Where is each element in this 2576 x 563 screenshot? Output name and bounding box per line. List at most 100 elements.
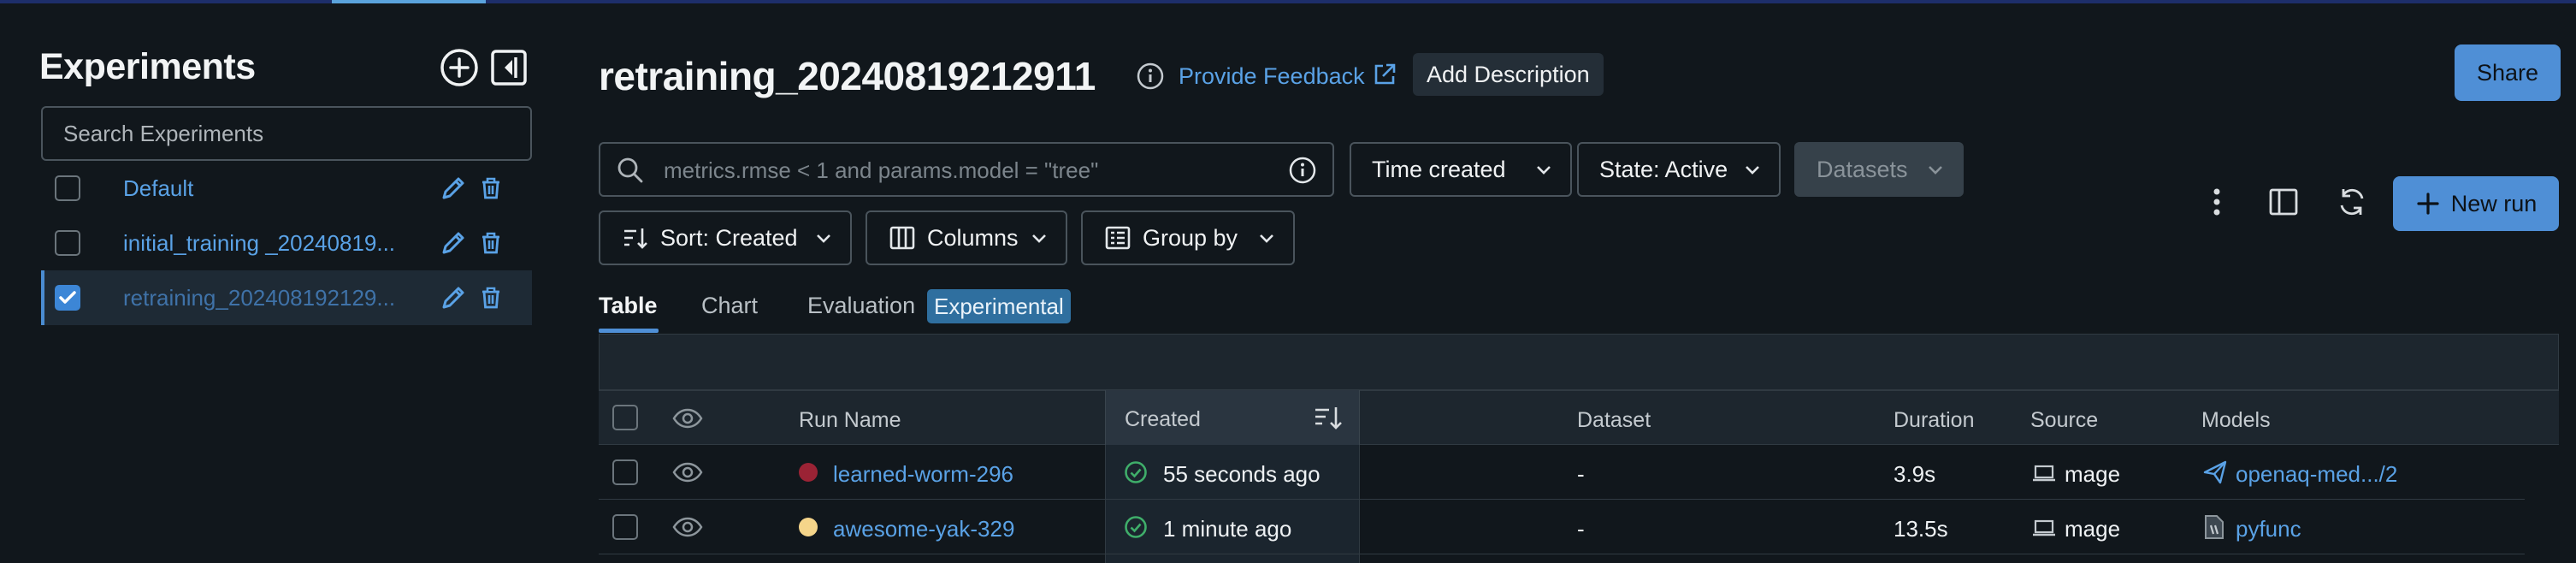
- dataset-cell: -: [1577, 516, 1585, 542]
- new-run-button[interactable]: New run: [2393, 176, 2559, 231]
- duration-cell: 13.5s: [1894, 516, 1948, 542]
- status-success-icon: [1125, 516, 1147, 538]
- column-header-created-cell[interactable]: Created: [1105, 390, 1360, 445]
- chevron-down-icon: [1746, 166, 1759, 175]
- trash-icon[interactable]: [476, 228, 506, 258]
- provide-feedback-link[interactable]: Provide Feedback: [1179, 63, 1365, 90]
- dataset-cell: -: [1577, 461, 1585, 487]
- table-header: Run Name Dataset Duration Source Models: [599, 390, 2559, 445]
- tab-chart[interactable]: Chart: [701, 293, 758, 319]
- run-search-input[interactable]: metrics.rmse < 1 and params.model = "tre…: [599, 142, 1334, 197]
- source-cell: mage: [2065, 461, 2121, 487]
- search-experiments-input[interactable]: [41, 106, 532, 161]
- add-description-button[interactable]: Add Description: [1413, 53, 1604, 96]
- column-header-duration[interactable]: Duration: [1894, 408, 1975, 433]
- run-name-link[interactable]: awesome-yak-329: [833, 516, 1014, 542]
- column-header-models[interactable]: Models: [2201, 408, 2271, 433]
- runs-table: Run Name Dataset Duration Source Models …: [599, 334, 2576, 563]
- side-panel-icon[interactable]: [2265, 183, 2302, 221]
- sort-icon: [624, 228, 647, 249]
- group-by-icon: [1105, 226, 1131, 250]
- column-header-source[interactable]: Source: [2030, 408, 2098, 433]
- registered-model-icon: [2203, 460, 2227, 484]
- info-icon[interactable]: [1136, 62, 1165, 91]
- experiment-item-initial-training[interactable]: initial_training _20240819...: [41, 216, 532, 270]
- experiment-checkbox[interactable]: [55, 230, 80, 256]
- chevron-down-icon: [1260, 234, 1273, 243]
- trash-icon[interactable]: [476, 173, 506, 204]
- state-dropdown[interactable]: State: Active: [1577, 142, 1781, 197]
- model-link[interactable]: pyfunc: [2236, 516, 2301, 542]
- eye-icon[interactable]: [672, 408, 703, 429]
- row-checkbox[interactable]: [612, 459, 638, 485]
- model-link[interactable]: openaq-med.../2: [2236, 461, 2397, 488]
- eye-icon[interactable]: [672, 517, 703, 537]
- new-run-label: New run: [2450, 190, 2538, 216]
- share-button[interactable]: Share: [2455, 44, 2561, 101]
- eye-icon[interactable]: [672, 462, 703, 483]
- time-created-label: Time created: [1372, 156, 1506, 182]
- experiment-checkbox[interactable]: [55, 175, 80, 201]
- chevron-down-icon: [817, 234, 830, 243]
- sort-dropdown[interactable]: Sort: Created: [599, 210, 852, 265]
- top-bar-active-segment: [332, 0, 486, 3]
- experiment-list: Default initial_training _20240819... re…: [41, 161, 532, 325]
- run-color-dot[interactable]: [799, 518, 818, 536]
- chevron-down-icon: [1929, 166, 1942, 175]
- run-color-dot[interactable]: [799, 463, 818, 482]
- state-label: State: Active: [1599, 156, 1728, 182]
- active-tab-indicator: [599, 329, 659, 333]
- sidebar-title: Experiments: [39, 46, 256, 87]
- laptop-icon: [2033, 519, 2055, 536]
- status-success-icon: [1125, 461, 1147, 483]
- experiment-item-retraining[interactable]: retraining_202408192129...: [41, 270, 532, 325]
- experiment-name-link[interactable]: Default: [123, 175, 424, 202]
- column-header-run-name[interactable]: Run Name: [799, 408, 901, 433]
- search-help-icon[interactable]: [1288, 156, 1317, 185]
- refresh-icon[interactable]: [2333, 183, 2371, 221]
- datasets-dropdown[interactable]: Datasets: [1794, 142, 1964, 197]
- trash-icon[interactable]: [476, 282, 506, 313]
- columns-icon: [889, 226, 915, 250]
- experiment-item-default[interactable]: Default: [41, 161, 532, 216]
- group-by-label: Group by: [1143, 224, 1238, 251]
- tab-table[interactable]: Table: [599, 293, 658, 319]
- select-all-checkbox[interactable]: [612, 405, 638, 430]
- created-cell: 55 seconds ago: [1163, 461, 1320, 487]
- search-placeholder: metrics.rmse < 1 and params.model = "tre…: [664, 157, 1099, 183]
- create-experiment-icon[interactable]: [438, 46, 481, 89]
- time-created-dropdown[interactable]: Time created: [1350, 142, 1572, 197]
- external-link-icon[interactable]: [1372, 62, 1397, 87]
- column-header-created[interactable]: Created: [1125, 407, 1201, 432]
- collapse-sidebar-icon[interactable]: [487, 46, 530, 89]
- duration-cell: 3.9s: [1894, 461, 1936, 487]
- experimental-badge: Experimental: [927, 289, 1071, 323]
- experiment-name-link[interactable]: initial_training _20240819...: [123, 230, 424, 257]
- more-options-icon[interactable]: [2198, 183, 2236, 221]
- plus-icon: [2417, 193, 2439, 215]
- column-header-dataset[interactable]: Dataset: [1577, 408, 1651, 433]
- run-name-link[interactable]: learned-worm-296: [833, 461, 1013, 488]
- pencil-icon[interactable]: [438, 173, 469, 204]
- group-by-dropdown[interactable]: Group by: [1081, 210, 1295, 265]
- table-row[interactable]: learned-worm-296 55 seconds ago - 3.9s m…: [599, 445, 2525, 500]
- table-row[interactable]: awesome-yak-329 1 minute ago - 13.5s mag…: [599, 500, 2525, 554]
- search-icon: [616, 156, 645, 185]
- chevron-down-icon: [1032, 234, 1046, 243]
- columns-label: Columns: [927, 224, 1019, 251]
- tab-evaluation[interactable]: Evaluation: [807, 293, 915, 319]
- laptop-icon: [2033, 465, 2055, 482]
- page-title: retraining_20240819212911: [599, 54, 1096, 98]
- experiment-name-link[interactable]: retraining_202408192129...: [123, 285, 424, 311]
- created-cell: 1 minute ago: [1163, 516, 1292, 542]
- columns-dropdown[interactable]: Columns: [866, 210, 1067, 265]
- sort-descending-icon[interactable]: [1313, 404, 1344, 431]
- datasets-label: Datasets: [1817, 156, 1908, 182]
- pencil-icon[interactable]: [438, 228, 469, 258]
- experiment-checkbox-checked[interactable]: [55, 285, 80, 311]
- source-cell: mage: [2065, 516, 2121, 542]
- table-banner: [599, 334, 2559, 390]
- row-checkbox[interactable]: [612, 514, 638, 540]
- pencil-icon[interactable]: [438, 282, 469, 313]
- model-file-icon: [2205, 515, 2224, 539]
